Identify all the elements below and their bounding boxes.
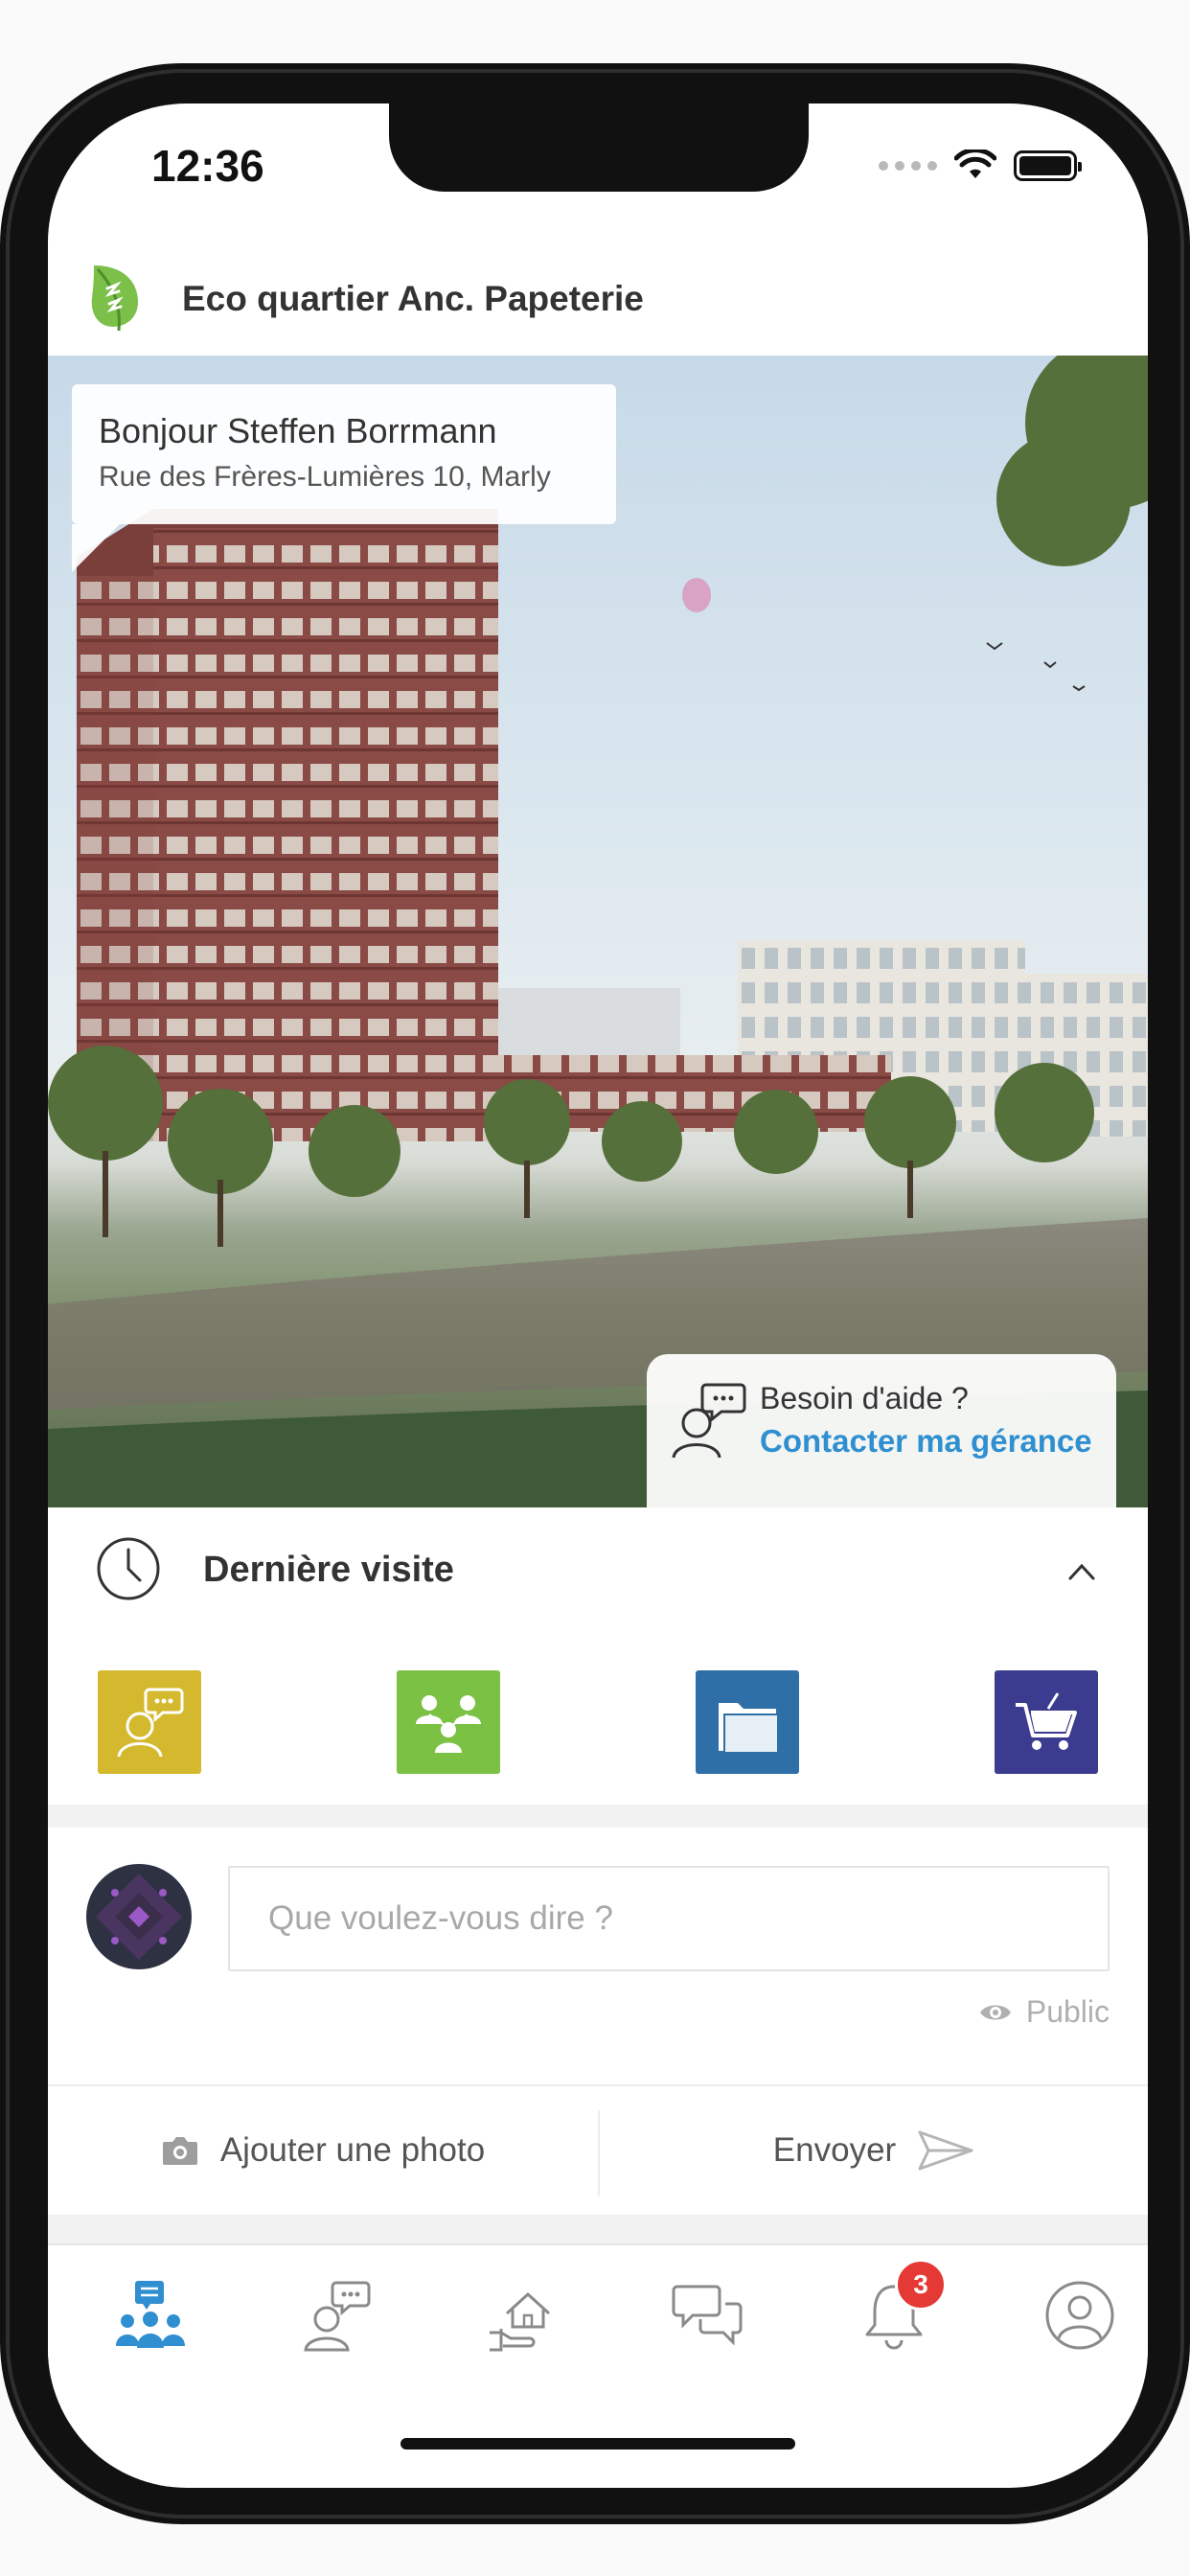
messages-icon [672, 2285, 743, 2346]
add-photo-button[interactable]: Ajouter une photo [48, 2086, 598, 2215]
help-question: Besoin d'aide ? [760, 1381, 969, 1415]
visibility-selector[interactable]: Public [978, 1994, 1110, 2030]
recent-visit-title: Dernière visite [203, 1550, 454, 1590]
avatar[interactable] [86, 1864, 192, 1969]
wifi-icon [954, 150, 996, 178]
chevron-up-icon[interactable] [1065, 1555, 1098, 1588]
shopping-cart-icon [1016, 1692, 1077, 1750]
contact-management-card[interactable]: Besoin d'aide ? Contacter ma gérance [647, 1354, 1116, 1507]
notch [389, 104, 809, 192]
home-indicator[interactable] [400, 2438, 795, 2450]
tab-support[interactable] [293, 2272, 379, 2358]
clock-icon [97, 1537, 160, 1600]
home-hand-icon [490, 2292, 551, 2352]
signal-icon [879, 161, 937, 171]
recent-tile-documents[interactable] [696, 1670, 799, 1774]
recent-tile-community[interactable] [397, 1670, 500, 1774]
community-title: Eco quartier Anc. Papeterie [182, 279, 644, 318]
send-label: Envoyer [772, 2131, 897, 2169]
tab-messages[interactable] [665, 2272, 751, 2358]
camera-icon [162, 2137, 197, 2165]
recent-tile-support[interactable] [98, 1670, 201, 1774]
tab-community-feed[interactable] [107, 2272, 194, 2358]
recent-tile-shop[interactable] [995, 1670, 1098, 1774]
add-photo-label: Ajouter une photo [219, 2131, 486, 2169]
greeting-name: Bonjour Steffen Borrmann [99, 411, 497, 450]
recent-visit-section: Dernière visite [48, 1507, 1148, 1805]
greeting-card: Bonjour Steffen Borrmann Rue des Frères-… [72, 384, 616, 572]
status-icons [879, 150, 1082, 182]
bottom-tab-bar: 3 [48, 2243, 1148, 2389]
greeting-address: Rue des Frères-Lumières 10, Marly [99, 461, 551, 493]
community-feed-icon [116, 2281, 185, 2348]
send-icon [918, 2130, 973, 2171]
phone-frame: 12:36 Eco quartier Anc. Papeterie Bonjou… [0, 63, 1190, 2524]
battery-icon [1014, 150, 1082, 181]
visibility-label: Public [1025, 1994, 1110, 2029]
tab-profile[interactable] [1037, 2272, 1123, 2358]
notification-badge: 3 [895, 2259, 947, 2311]
status-time: 12:36 [151, 141, 264, 191]
screen: 12:36 Eco quartier Anc. Papeterie Bonjou… [48, 104, 1148, 2488]
tab-home[interactable] [479, 2272, 565, 2358]
tab-notifications[interactable]: 3 [851, 2259, 947, 2358]
send-button[interactable]: Envoyer [600, 2086, 1148, 2215]
support-chat-icon [672, 1383, 746, 1459]
contact-management-link[interactable]: Contacter ma gérance [760, 1423, 1092, 1460]
support-chat-icon [117, 1688, 184, 1758]
documents-folder-icon [719, 1703, 779, 1754]
community-icon [416, 1695, 481, 1753]
leaf-logo-icon [91, 265, 138, 332]
eye-icon [979, 2005, 1011, 2019]
profile-icon [1045, 2281, 1114, 2350]
support-icon [304, 2281, 371, 2352]
hero-banner: Bonjour Steffen Borrmann Rue des Frères-… [48, 356, 1148, 1507]
section-separator [48, 2215, 1148, 2243]
app-header: Eco quartier Anc. Papeterie [48, 242, 1148, 356]
section-separator [48, 1805, 1148, 1828]
post-input[interactable] [228, 1866, 1110, 1971]
building-illustration [48, 356, 1148, 1507]
post-composer: Public Ajouter une photo Envoyer [48, 1828, 1148, 2215]
